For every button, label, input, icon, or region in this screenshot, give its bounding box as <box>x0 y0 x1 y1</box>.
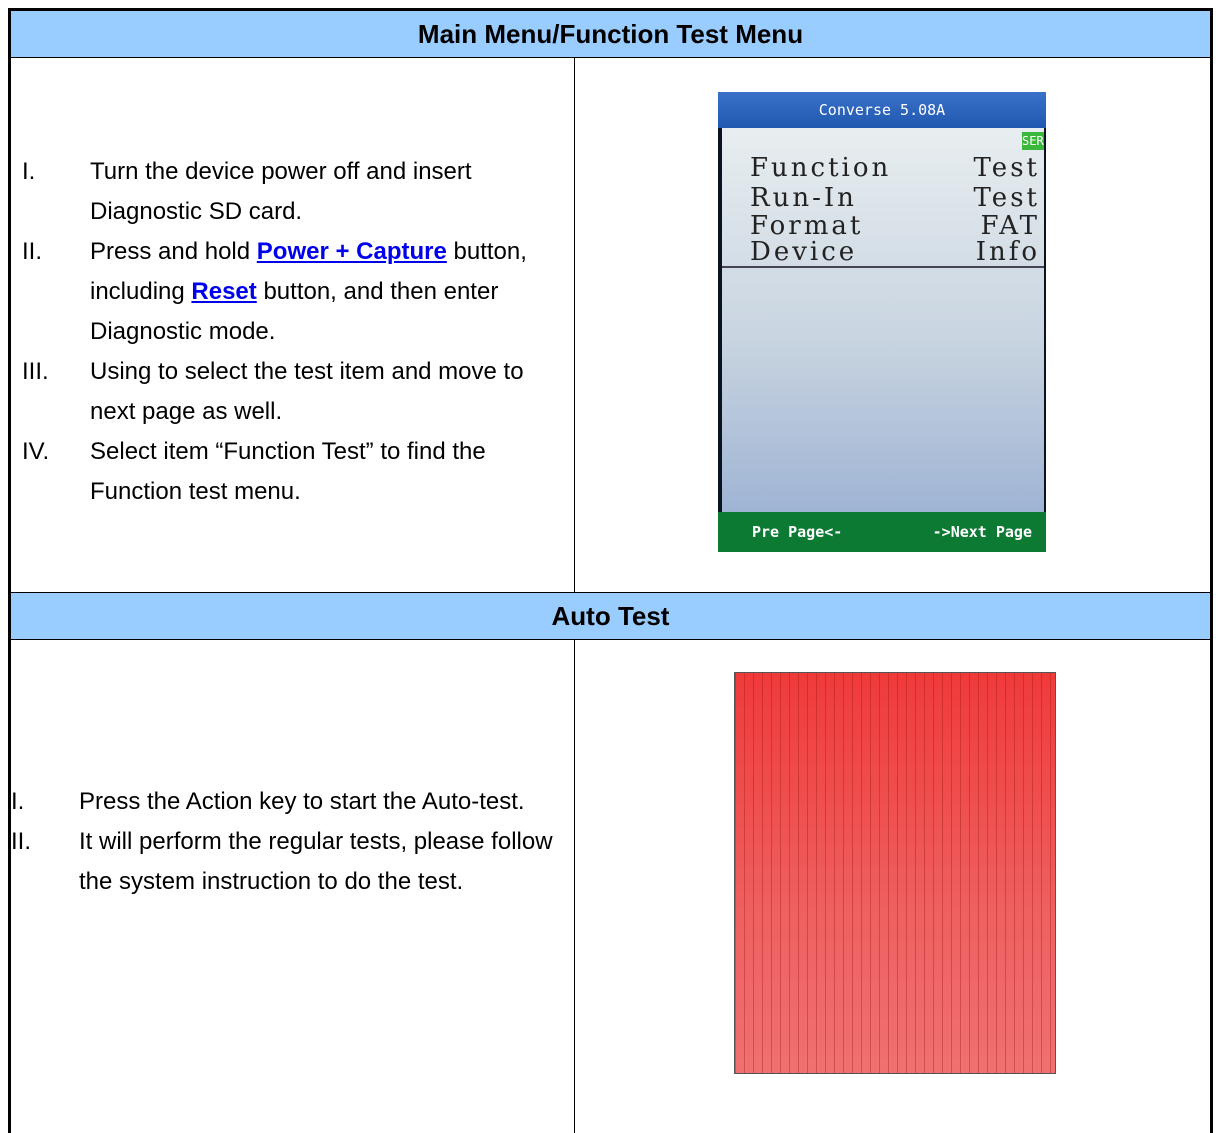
list-number: III. <box>22 358 49 385</box>
list-item: IV. Select item “Function Test” to find … <box>22 432 562 512</box>
section-header-auto-test: Auto Test <box>11 592 1210 640</box>
list-number: IV. <box>22 438 50 465</box>
table-border-left <box>8 8 11 1133</box>
device-screen-photo: Converse 5.08A SER Function Test Run-In … <box>718 92 1046 552</box>
device-status-badge: SER <box>1022 132 1044 150</box>
device-next-page-label: ->Next Page <box>932 523 1032 541</box>
list-text: Turn the device power off and insert Dia… <box>90 158 472 225</box>
list-text: Using to select the test item and move t… <box>90 358 524 425</box>
device-menu-item: Device Info <box>750 238 1040 266</box>
list-text: Select item “Function Test” to find the … <box>90 438 486 505</box>
device-menu-label: Function <box>750 153 892 183</box>
device-title-bar: Converse 5.08A <box>718 92 1046 128</box>
device-menu-value: Info <box>975 237 1040 267</box>
list-item: I. Turn the device power off and insert … <box>22 152 562 232</box>
list-item: II. Press and hold Power + Capture butto… <box>22 232 562 352</box>
device-menu-label: Run-In <box>750 183 857 213</box>
device-menu-label: Device <box>750 237 858 267</box>
list-item: II. It will perform the regular tests, p… <box>11 822 566 902</box>
power-capture-link[interactable]: Power + Capture <box>257 238 447 265</box>
table-border-right <box>1210 8 1213 1133</box>
device-menu-value: Test <box>973 153 1040 183</box>
instruction-list-auto-test: I. Press the Action key to start the Aut… <box>11 782 566 902</box>
reset-link[interactable]: Reset <box>191 278 256 305</box>
list-number: I. <box>11 788 25 815</box>
device-menu-area: SER Function Test Run-In Test Format FAT… <box>722 128 1044 512</box>
device-menu-value: Test <box>973 183 1040 213</box>
list-item: III. Using to select the test item and m… <box>22 352 562 432</box>
list-text: Press and hold Power + Capture button, i… <box>22 232 562 352</box>
device-menu-item: Run-In Test <box>750 184 1040 212</box>
device-footer-bar: Pre Page<- ->Next Page <box>718 512 1046 552</box>
document-page: Main Menu/Function Test Menu I. Turn the… <box>0 0 1218 1133</box>
device-prev-page-label: Pre Page<- <box>752 523 843 541</box>
column-divider <box>574 639 575 1133</box>
list-text: Press the Action key to start the Auto-t… <box>79 788 525 815</box>
list-text: It will perform the regular tests, pleas… <box>79 828 553 895</box>
list-number: II. <box>11 828 32 855</box>
device-menu-item: Function Test <box>750 154 1040 182</box>
list-number: II. <box>22 238 43 265</box>
device-menu-item: Format FAT <box>750 212 1040 240</box>
column-divider <box>574 58 575 592</box>
red-test-screen-photo <box>734 672 1056 1074</box>
list-item: I. Press the Action key to start the Aut… <box>11 782 566 822</box>
device-menu-value: FAT <box>980 211 1040 241</box>
text-segment: Press and hold <box>90 238 257 265</box>
section-header-main-menu: Main Menu/Function Test Menu <box>11 11 1210 58</box>
instruction-list-main-menu: I. Turn the device power off and insert … <box>22 152 562 512</box>
device-menu-label: Format <box>750 211 864 241</box>
list-number: I. <box>22 158 36 185</box>
